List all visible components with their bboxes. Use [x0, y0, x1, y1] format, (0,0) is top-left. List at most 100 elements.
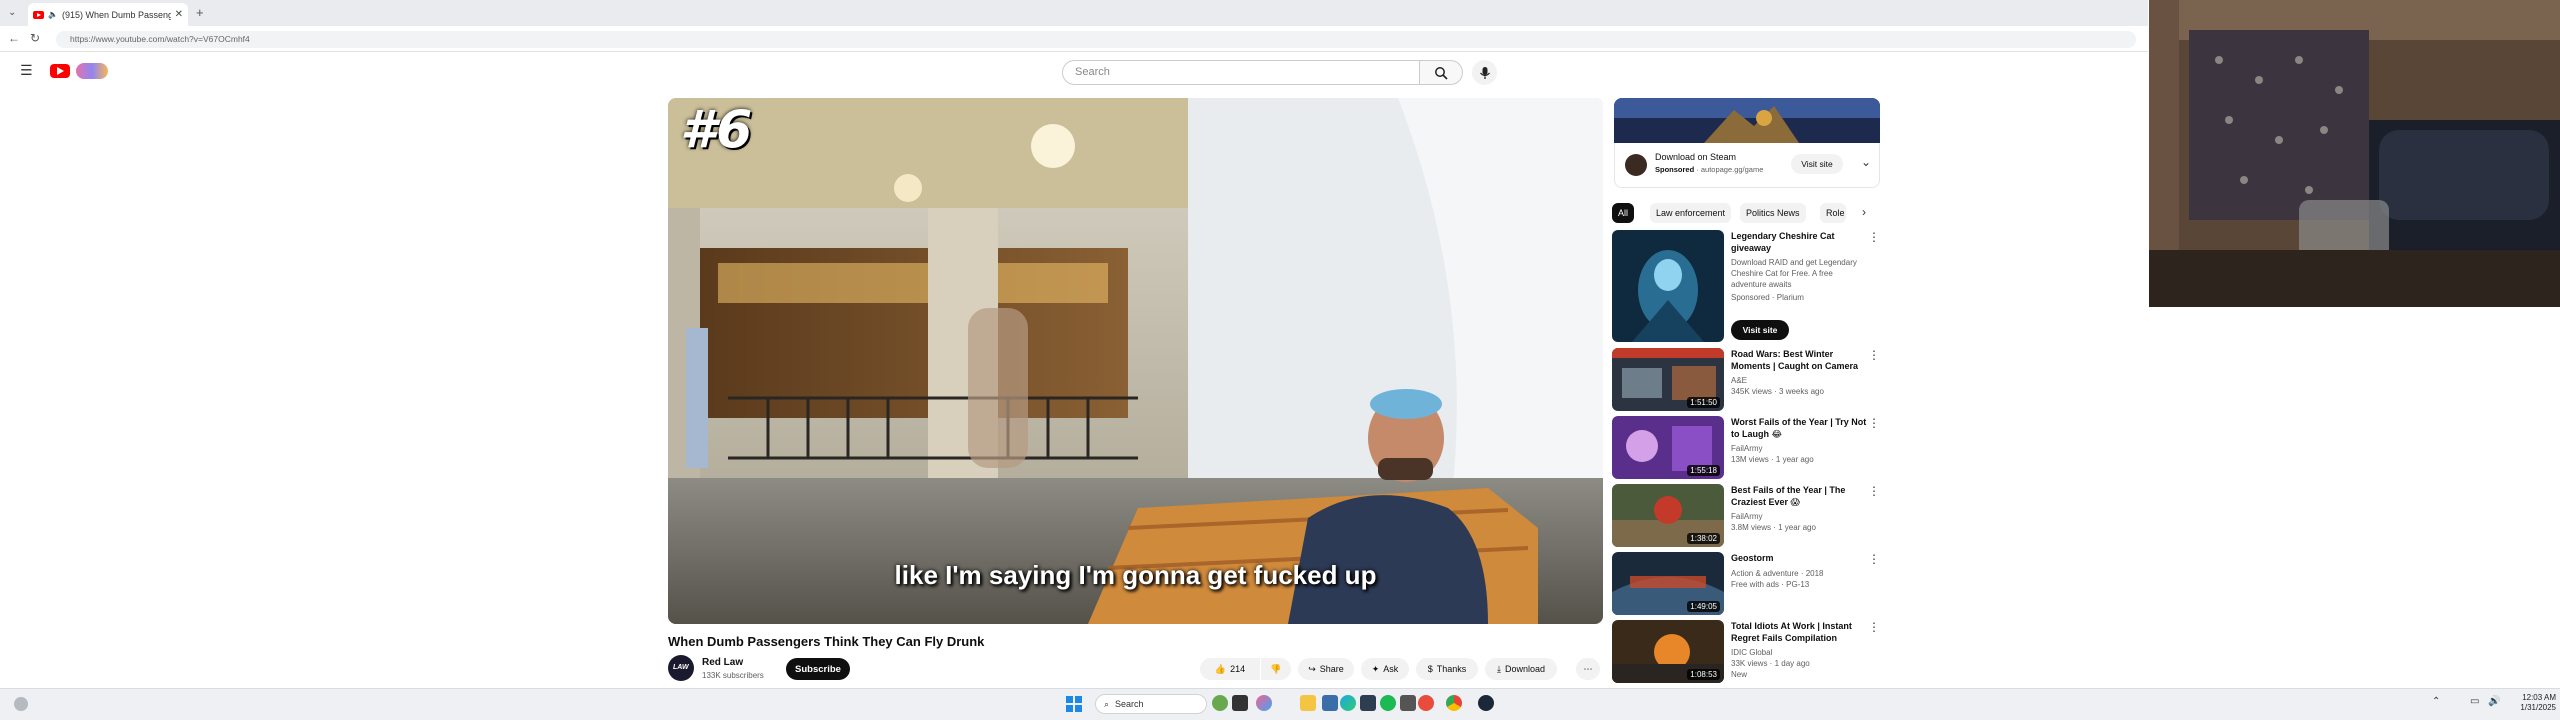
- thanks-button[interactable]: $ Thanks: [1416, 658, 1478, 680]
- recommendation-thumbnail[interactable]: 1:55:18: [1612, 416, 1724, 479]
- file-explorer-icon[interactable]: [1300, 695, 1316, 711]
- widgets-icon[interactable]: [14, 697, 28, 711]
- recommendation-thumbnail[interactable]: 1:51:50: [1612, 348, 1724, 411]
- more-options-icon[interactable]: ⋮: [1868, 230, 1880, 244]
- ad-visit-label: Visit site: [1801, 159, 1833, 169]
- recommendation-thumbnail[interactable]: 1:49:05: [1612, 552, 1724, 615]
- recommendation-channel[interactable]: FailArmy: [1731, 443, 1867, 454]
- channel-avatar[interactable]: LAW: [668, 655, 694, 681]
- recommendation-title[interactable]: Total Idiots At Work | Instant Regret Fa…: [1731, 620, 1867, 644]
- taskbar-search-icon: ⌕: [1104, 698, 1110, 709]
- share-label: Share: [1319, 664, 1344, 674]
- recommendation-thumbnail[interactable]: 1:08:53: [1612, 620, 1724, 683]
- recommendation-title[interactable]: Best Fails of the Year | The Craziest Ev…: [1731, 484, 1867, 508]
- start-button-icon[interactable]: [1066, 696, 1082, 712]
- browser-tab[interactable]: 🔈 (915) When Dumb Passengers ✕: [28, 3, 188, 26]
- url-field[interactable]: https://www.youtube.com/watch?v=V67OCmhf…: [56, 31, 2136, 48]
- recommendation-meta: 13M views · 1 year ago: [1731, 455, 1814, 464]
- taskbar-app-icon[interactable]: [1322, 695, 1338, 711]
- tab-list-chevron-icon[interactable]: ⌄: [8, 7, 16, 18]
- search-button[interactable]: [1419, 60, 1463, 85]
- taskbar-search[interactable]: ⌕ Search: [1095, 694, 1207, 714]
- download-button[interactable]: ⤓ Download: [1485, 658, 1557, 680]
- network-icon[interactable]: ▭: [2470, 696, 2479, 707]
- youtube-favicon-icon: [33, 10, 44, 19]
- reload-icon[interactable]: ↻: [30, 31, 40, 45]
- video-player[interactable]: #6 like I'm saying I'm gonna get fucked …: [668, 98, 1603, 624]
- spotify-icon[interactable]: [1380, 695, 1396, 711]
- taskbar-app-icon[interactable]: [1400, 695, 1416, 711]
- tray-chevron-icon[interactable]: ⌃: [2432, 696, 2440, 707]
- chip-role[interactable]: Role: [1820, 203, 1846, 223]
- recommendation-item[interactable]: 1:51:50 Road Wars: Best Winter Moments |…: [1612, 348, 1882, 411]
- more-dots-icon: ⋯: [1583, 663, 1593, 674]
- recommendation-thumbnail[interactable]: [1612, 230, 1724, 342]
- recommendation-channel[interactable]: FailArmy: [1731, 511, 1867, 522]
- recommendation-title[interactable]: Legendary Cheshire Cat giveaway: [1731, 230, 1867, 254]
- more-options-icon[interactable]: ⋮: [1868, 552, 1880, 566]
- chip-law-enforcement[interactable]: Law enforcement: [1650, 203, 1732, 223]
- voice-search-button[interactable]: [1472, 60, 1497, 85]
- recommendation-item[interactable]: 1:38:02 Best Fails of the Year | The Cra…: [1612, 484, 1882, 547]
- taskbar-app-icon[interactable]: [1256, 695, 1272, 711]
- hamburger-menu-icon[interactable]: ☰: [20, 62, 33, 79]
- webcam-overlay: [2149, 0, 2560, 307]
- recommendation-item[interactable]: 1:08:53 Total Idiots At Work | Instant R…: [1612, 620, 1882, 683]
- tab-title: (915) When Dumb Passengers: [61, 9, 171, 20]
- subscribe-button[interactable]: Subscribe: [786, 658, 850, 680]
- taskbar-app-icon[interactable]: [1232, 695, 1248, 711]
- more-options-icon[interactable]: ⋮: [1868, 348, 1880, 362]
- recommendation-item[interactable]: 1:49:05 Geostorm Action & adventure · 20…: [1612, 552, 1882, 615]
- close-tab-icon[interactable]: ✕: [175, 9, 183, 20]
- recommendation-visit-site-button[interactable]: Visit site: [1731, 320, 1789, 340]
- search-input[interactable]: Search: [1062, 60, 1420, 85]
- taskbar-clock[interactable]: 12:03 AM 1/31/2025: [2500, 693, 2556, 713]
- steam-icon[interactable]: [1478, 695, 1494, 711]
- ad-visit-site-button[interactable]: Visit site: [1791, 154, 1843, 174]
- more-options-icon[interactable]: ⋮: [1868, 416, 1880, 430]
- back-arrow-icon[interactable]: ←: [8, 31, 20, 45]
- subscribe-label: Subscribe: [795, 663, 841, 675]
- ask-button[interactable]: ✦ Ask: [1361, 658, 1409, 680]
- recommendation-channel: Action & adventure · 2018: [1731, 569, 1824, 578]
- more-options-icon[interactable]: ⋮: [1868, 484, 1880, 498]
- dislike-button[interactable]: 👎: [1261, 658, 1291, 680]
- recommendation-channel[interactable]: IDIC Global: [1731, 647, 1867, 658]
- download-arrow-icon: ⤓: [1496, 663, 1501, 674]
- clock-date: 1/31/2025: [2520, 703, 2556, 712]
- like-count: 214: [1230, 664, 1246, 674]
- filter-chips: All Law enforcement Politics News Role ›: [1612, 203, 1882, 223]
- recommendation-title[interactable]: Worst Fails of the Year | Try Not to Lau…: [1731, 416, 1867, 440]
- recommendation-sponsored[interactable]: Legendary Cheshire Cat giveaway Download…: [1612, 230, 1882, 342]
- ad-banner-image[interactable]: [1614, 98, 1880, 143]
- new-tab-icon[interactable]: +: [196, 5, 204, 20]
- taskbar-app-icon[interactable]: [1212, 695, 1228, 711]
- channel-name[interactable]: Red Law: [702, 657, 743, 668]
- recommendation-meta: 345K views · 3 weeks ago: [1731, 387, 1824, 396]
- recommendation-new-badge: New: [1731, 670, 1748, 679]
- chrome-browser-icon[interactable]: [1446, 695, 1462, 711]
- youtube-logo[interactable]: [50, 64, 70, 78]
- recommendation-title[interactable]: Geostorm: [1731, 552, 1867, 564]
- share-button[interactable]: ↪ Share: [1298, 658, 1354, 680]
- taskbar-app-icon[interactable]: [1418, 695, 1434, 711]
- video-duration: 1:38:02: [1687, 533, 1720, 544]
- chip-all[interactable]: All: [1612, 203, 1635, 223]
- chips-next-chevron-icon[interactable]: ›: [1862, 205, 1866, 219]
- recommendation-thumbnail[interactable]: 1:38:02: [1612, 484, 1724, 547]
- taskbar-app-icon[interactable]: [1360, 695, 1376, 711]
- recommendation-channel[interactable]: A&E: [1731, 375, 1867, 386]
- volume-icon[interactable]: 🔊: [2488, 696, 2500, 707]
- chip-politics-news[interactable]: Politics News: [1740, 203, 1806, 223]
- more-actions-button[interactable]: ⋯: [1576, 658, 1600, 680]
- recommendation-sponsor: Sponsored · Plarium: [1731, 293, 1804, 302]
- ad-sponsored-label: Sponsored: [1655, 165, 1695, 174]
- edge-browser-icon[interactable]: [1340, 695, 1356, 711]
- like-button[interactable]: 👍 214: [1200, 658, 1260, 680]
- recommendation-item[interactable]: 1:55:18 Worst Fails of the Year | Try No…: [1612, 416, 1882, 479]
- taskbar-search-label: Search: [1115, 699, 1144, 709]
- ad-expand-chevron-icon[interactable]: ⌄: [1861, 155, 1871, 169]
- recommendation-title[interactable]: Road Wars: Best Winter Moments | Caught …: [1731, 348, 1867, 372]
- video-caption: like I'm saying I'm gonna get fucked up: [894, 560, 1377, 590]
- more-options-icon[interactable]: ⋮: [1868, 620, 1880, 634]
